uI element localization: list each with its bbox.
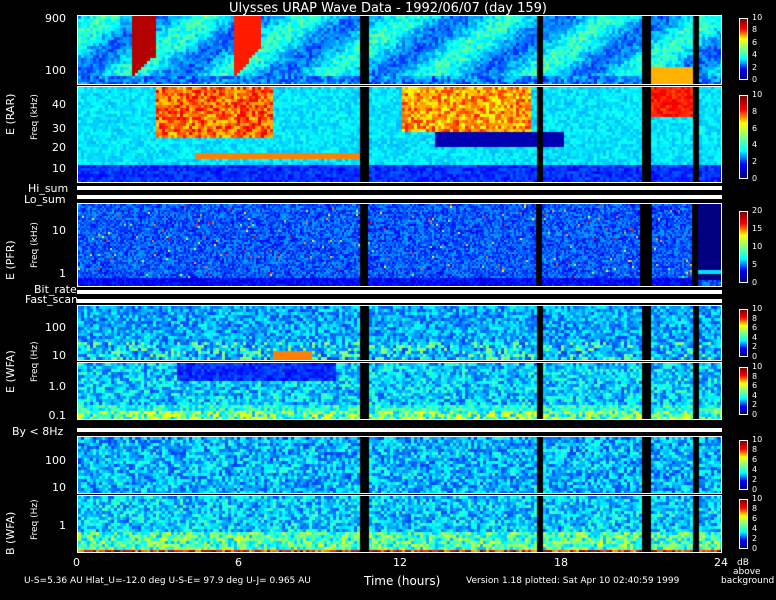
tick-label: 100 [45,64,66,77]
colorbar-wfa-e-low [739,367,748,415]
pfr-freq-label: Freq (kHz) [30,222,40,268]
hi-sum-bar [77,186,722,190]
colorbar-tick: 8 [752,313,758,323]
colorbar-tick: 2 [752,475,758,484]
colorbar-tick: 6 [752,123,758,133]
bit-rate-bar [77,290,722,294]
colorbar-tick: 10 [752,13,763,22]
wfa-e-label: E (WFA) [4,350,17,393]
colorbar-tick: 15 [752,224,763,233]
colorbar-tick: 10 [752,90,763,99]
tick-label: 900 [45,12,66,25]
colorbar-tick: 10 [752,304,763,313]
colorbar-tick: 6 [752,323,758,333]
colorbar-tick: 10 [752,362,763,371]
x-tick-12: 12 [393,556,407,569]
tick-label: 1 [59,267,66,280]
x-axis-label: Time (hours) [364,574,441,588]
footer-left: U-S=5.36 AU Hlat_U=-12.0 deg U-S-E= 97.9… [24,576,311,586]
colorbar-rar-low [739,95,748,179]
colorbar-tick: 4 [752,50,758,60]
tick-label: 20 [52,141,66,154]
wfa-b-freq-label: Freq (Hz) [30,499,40,540]
colorbar-tick: 0 [752,174,758,183]
colorbar-tick: 6 [752,381,758,391]
chart-title: Ulysses URAP Wave Data - 1992/06/07 (day… [228,1,548,16]
colorbar-tick: 4 [752,390,758,400]
colorbar-tick: 2 [752,342,758,352]
colorbar-tick: 4 [752,524,758,533]
colorbar-tick: 0 [752,352,758,361]
fast-scan-label: Fast_scan [25,293,79,306]
colorbar-tick: 10 [752,242,763,251]
by-bar [77,428,722,432]
x-tick-6: 6 [235,556,242,569]
wfa-e-freq-label: Freq (Hz) [30,341,40,382]
colorbar-tick: 6 [752,37,758,47]
colorbar-wfa-b-high [739,440,748,490]
footer-right: Version 1.18 plotted: Sat Apr 10 02:40:5… [466,576,680,586]
colorbar-tick: 2 [752,62,758,72]
wfa-e-high-spectrogram [77,305,722,361]
colorbar-pfr [739,211,748,283]
lo-sum-label: Lo_sum [24,193,66,206]
rar-low-spectrogram [77,86,722,183]
rar-high-spectrogram [77,15,722,85]
tick-label: 10 [52,481,66,494]
colorbar-tick: 8 [752,504,758,513]
pfr-label: E (PFR) [4,240,17,280]
x-tick-18: 18 [554,556,568,569]
colorbar-tick: 8 [752,371,758,381]
rar-label: E (RAR) [4,93,17,135]
wfa-b-low-spectrogram [77,495,722,553]
by-label: By < 8Hz [12,425,64,438]
rar-freq-label: Freq (kHz) [30,94,40,140]
colorbar-tick: 2 [752,157,758,167]
tick-label: 0.1 [48,409,67,422]
colorbar-tick: 4 [752,140,758,150]
colorbar-tick: 5 [752,260,758,269]
colorbar-tick: 4 [752,465,758,474]
colorbar-tick: 10 [752,494,763,503]
wfa-e-low-spectrogram [77,362,722,420]
colorbar-tick: 8 [752,445,758,454]
colorbar-tick: 0 [752,410,758,419]
tick-label: 100 [45,321,66,334]
colorbar-tick: 8 [752,25,758,35]
lo-sum-bar [77,195,722,199]
wfa-b-high-spectrogram [77,436,722,494]
x-tick-24: 24 [714,556,728,569]
colorbar-tick: 10 [752,435,763,444]
colorbar-tick: 0 [752,75,758,84]
pfr-spectrogram [77,203,722,287]
colorbar-tick: 0 [752,485,758,494]
colorbar-tick: 2 [752,400,758,410]
colorbar-wfa-e-high [739,309,748,357]
colorbar-tick: 20 [752,206,763,215]
unit-background: background [721,576,775,586]
fast-scan-bar [77,299,722,303]
colorbar-tick: 0 [752,278,758,287]
x-tick-0: 0 [73,556,80,569]
colorbar-tick: 2 [752,534,758,543]
colorbar-wfa-b-low [739,499,748,549]
colorbar-tick: 6 [752,455,758,464]
tick-label: 10 [52,162,66,175]
colorbar-tick: 6 [752,514,758,523]
colorbar-tick: 8 [752,106,758,116]
wfa-b-label: B (WFA) [4,511,17,555]
colorbar-rar-high [739,18,748,80]
colorbar-tick: 4 [752,332,758,342]
tick-label: 100 [45,454,66,467]
colorbar-tick: 0 [752,544,758,553]
